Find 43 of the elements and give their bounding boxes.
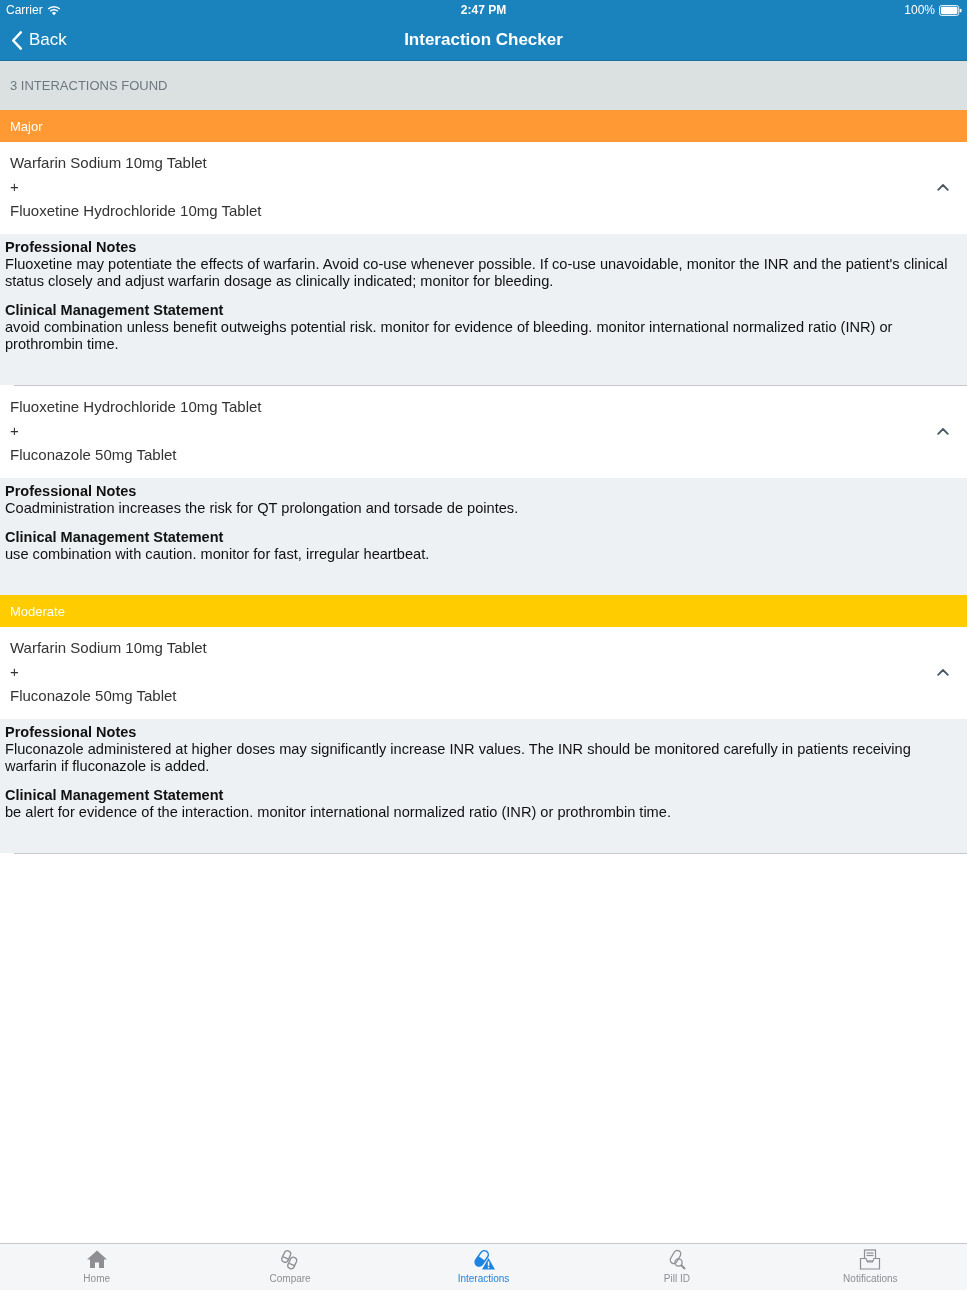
chevron-up-icon[interactable] xyxy=(937,183,949,191)
battery-percent: 100% xyxy=(904,3,935,17)
wifi-icon xyxy=(46,4,61,16)
tab-home[interactable]: Home xyxy=(0,1244,194,1290)
home-icon xyxy=(85,1249,108,1270)
drug-name: Warfarin Sodium 10mg Tablet xyxy=(10,153,208,173)
drug-name: Fluoxetine Hydrochloride 10mg Tablet xyxy=(10,397,262,417)
drug-name: Warfarin Sodium 10mg Tablet xyxy=(10,638,207,658)
section-text: Fluconazole administered at higher doses may significantly increase INR values. The INR should be monitored carefully in patients receiving warfarin if fluconazole is added. xyxy=(5,741,912,775)
inbox-tray-icon xyxy=(859,1249,882,1270)
carrier-label: Carrier xyxy=(6,3,43,17)
drug-name: Fluoxetine Hydrochloride 10mg Tablet xyxy=(10,201,262,221)
section-text: Coadministration increases the risk for QT prolongation and torsade de pointes. xyxy=(5,500,520,517)
severity-label: Moderate xyxy=(10,603,65,619)
plus-sign: + xyxy=(10,421,20,441)
tab-compare[interactable]: Compare xyxy=(193,1244,387,1290)
section-heading: Clinical Management Statement xyxy=(5,302,225,319)
chevron-up-icon[interactable] xyxy=(937,668,949,676)
section-heading: Professional Notes xyxy=(5,483,138,500)
chevron-up-icon[interactable] xyxy=(937,427,949,435)
back-button[interactable]: Back xyxy=(0,28,71,52)
section-text: avoid combination unless benefit outweighs potential risk. monitor for evidence of bleeding. monitor international normalized ratio (INR) or prothrombin time. xyxy=(5,319,894,353)
tab-interactions[interactable]: Interactions xyxy=(386,1244,581,1290)
severity-label: Major xyxy=(10,118,43,134)
battery-icon xyxy=(939,4,962,16)
back-chevron-icon xyxy=(11,30,23,50)
plus-sign: + xyxy=(10,662,20,682)
results-count: 3 INTERACTIONS FOUND xyxy=(10,78,168,93)
section-text: use combination with caution. monitor for fast, irregular heartbeat. xyxy=(5,546,431,563)
tab-pill-id[interactable]: Pill ID xyxy=(580,1244,774,1290)
drug-name: Fluconazole 50mg Tablet xyxy=(10,445,178,465)
section-heading: Professional Notes xyxy=(5,239,138,256)
capsule-warning-icon xyxy=(472,1249,495,1270)
plus-sign: + xyxy=(10,177,20,197)
nav-title: Interaction Checker xyxy=(404,30,563,50)
drug-name: Fluconazole 50mg Tablet xyxy=(10,686,178,706)
section-heading: Clinical Management Statement xyxy=(5,529,225,546)
status-time: 2:47 PM xyxy=(460,3,507,17)
section-heading: Professional Notes xyxy=(5,724,138,741)
section-text: Fluoxetine may potentiate the effects of warfarin. Avoid co-use whenever possible. If co-use unavoidable, monitor the INR and the patient's clinical status closely and adjust warfarin dosage as clinically indicated; monitor for bleeding. xyxy=(5,256,949,290)
tab-notifications[interactable]: Notifications xyxy=(773,1244,967,1290)
section-text: be alert for evidence of the interaction. monitor international normalized ratio (INR) or prothrombin time. xyxy=(5,804,672,821)
section-heading: Clinical Management Statement xyxy=(5,787,225,804)
